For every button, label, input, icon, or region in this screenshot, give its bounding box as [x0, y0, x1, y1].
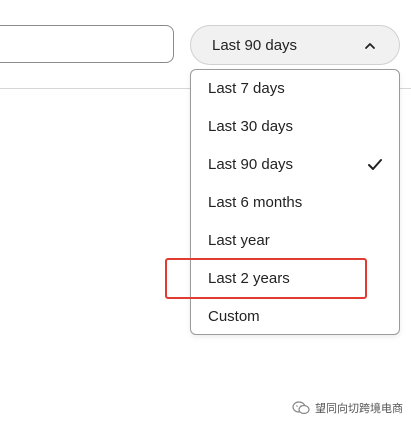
menu-item-last-30-days[interactable]: Last 30 days [191, 108, 399, 146]
watermark: 望同向切跨境电商 [292, 397, 403, 419]
menu-item-last-year[interactable]: Last year [191, 222, 399, 260]
menu-item-custom[interactable]: Custom [191, 298, 399, 336]
watermark-text: 望同向切跨境电商 [315, 403, 403, 415]
menu-item-label: Last 2 years [208, 270, 290, 287]
menu-item-label: Last 90 days [208, 156, 294, 173]
date-range-selected-label: Last 90 days [212, 37, 298, 54]
date-range-select[interactable]: Last 90 days [190, 25, 400, 65]
checkmark-icon [368, 159, 382, 170]
menu-item-last-90-days[interactable]: Last 90 days [191, 146, 399, 184]
menu-item-label: Last year [208, 232, 270, 249]
menu-item-label: Custom [208, 308, 260, 325]
header-divider [0, 88, 190, 89]
search-input[interactable] [0, 25, 174, 63]
menu-item-last-6-months[interactable]: Last 6 months [191, 184, 399, 222]
chevron-up-icon [365, 43, 375, 49]
header-divider-right [399, 88, 411, 89]
date-range-filter-area: Last 90 days Last 7 days Last 30 days La… [0, 0, 411, 427]
menu-item-label: Last 7 days [208, 80, 285, 97]
date-range-menu: Last 7 days Last 30 days Last 90 days La… [190, 69, 400, 335]
menu-item-last-7-days[interactable]: Last 7 days [191, 70, 399, 108]
menu-item-last-2-years[interactable]: Last 2 years [191, 260, 399, 298]
menu-item-label: Last 6 months [208, 194, 303, 211]
wechat-icon [292, 401, 310, 415]
menu-item-label: Last 30 days [208, 118, 294, 135]
